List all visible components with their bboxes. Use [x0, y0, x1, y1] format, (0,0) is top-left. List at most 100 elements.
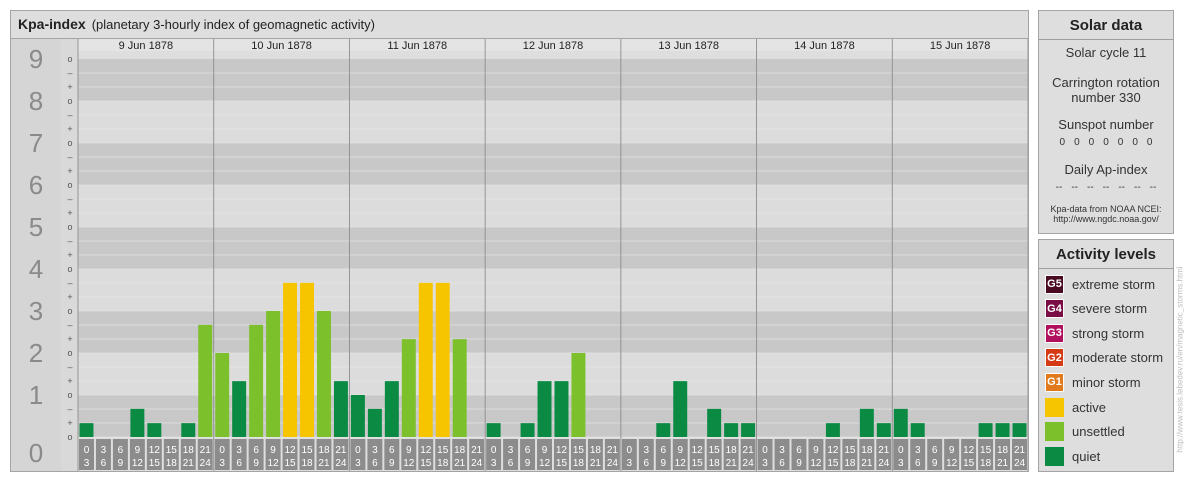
interval-start-label: 18	[318, 445, 330, 456]
interval-end-label: 3	[84, 458, 90, 469]
interval-end-label: 3	[627, 458, 633, 469]
interval-end-label: 15	[827, 458, 839, 469]
legend-label: unsettled	[1072, 424, 1125, 440]
interval-end-label: 6	[508, 458, 514, 469]
minor-mark: o	[67, 138, 72, 148]
interval-end-label: 21	[726, 458, 738, 469]
y-tick-label: 3	[29, 296, 43, 326]
minor-mark: +	[67, 82, 72, 92]
kp-bar	[724, 423, 739, 437]
solar-data-title: Solar data	[1069, 17, 1143, 34]
kp-bar	[520, 423, 535, 437]
interval-start-label: 9	[677, 445, 683, 456]
interval-start-label: 18	[997, 445, 1009, 456]
kp-bar	[317, 311, 331, 437]
interval-end-label: 24	[607, 458, 619, 469]
day-label: 9 Jun 1878	[119, 40, 173, 52]
legend-label: quiet	[1072, 448, 1101, 464]
minor-mark: o	[67, 54, 72, 64]
interval-end-label: 12	[810, 458, 822, 469]
interval-end-label: 9	[525, 458, 531, 469]
level-band	[78, 101, 1028, 143]
interval-start-label: 3	[915, 445, 921, 456]
solar-data-panel: Solar data Solar cycle 11 Carrington rot…	[1038, 10, 1174, 234]
minor-mark: +	[67, 418, 72, 428]
interval-end-label: 21	[183, 458, 195, 469]
interval-end-label: 12	[403, 458, 415, 469]
interval-start-label: 9	[813, 445, 819, 456]
kp-bar	[656, 423, 671, 437]
sunspot-values: 0000000	[1039, 137, 1173, 148]
interval-start-label: 3	[779, 445, 785, 456]
day-label: 11 Jun 1878	[387, 40, 447, 52]
day-label: 15 Jun 1878	[930, 40, 991, 52]
interval-end-label: 6	[236, 458, 242, 469]
kp-bar	[367, 408, 382, 437]
legend-label: extreme storm	[1072, 276, 1156, 292]
interval-start-label: 6	[660, 445, 666, 456]
interval-start-label: 21	[607, 445, 619, 456]
level-band	[78, 143, 1028, 185]
minor-mark: +	[67, 334, 72, 344]
y-tick-label: 6	[29, 170, 43, 200]
interval-end-label: 6	[644, 458, 650, 469]
kp-bar	[266, 311, 281, 437]
interval-end-label: 15	[692, 458, 704, 469]
interval-end-label: 3	[762, 458, 768, 469]
interval-start-label: 21	[743, 445, 755, 456]
interval-end-label: 21	[454, 458, 466, 469]
ap-index-values: -- -- -- -- -- -- --	[1039, 182, 1173, 193]
activity-levels-panel: Activity levels G5 extreme storm G4 severe …	[1038, 239, 1174, 472]
sunspot-value: 0	[1074, 137, 1080, 148]
interval-start-label: 21	[878, 445, 890, 456]
interval-start-label: 18	[183, 445, 195, 456]
sunspot-value: 0	[1132, 137, 1138, 148]
interval-end-label: 21	[997, 458, 1009, 469]
interval-end-label: 21	[590, 458, 602, 469]
activity-title-divider	[1039, 268, 1173, 269]
kp-bar	[995, 423, 1010, 437]
kp-bar	[215, 353, 230, 437]
interval-start-label: 6	[118, 445, 124, 456]
carrington-line2: number 330	[1071, 90, 1141, 105]
legend-item: G2 moderate storm	[1045, 348, 1163, 368]
interval-start-label: 18	[726, 445, 738, 456]
legend-label: severe storm	[1072, 301, 1148, 317]
interval-start-label: 0	[491, 445, 497, 456]
ap-index-value: --	[1102, 182, 1110, 193]
minor-mark: –	[67, 320, 72, 330]
minor-mark: +	[67, 250, 72, 260]
interval-end-label: 18	[709, 458, 721, 469]
interval-end-label: 12	[675, 458, 687, 469]
interval-end-label: 9	[253, 458, 259, 469]
interval-end-label: 24	[878, 458, 890, 469]
y-tick-label: 5	[29, 212, 43, 242]
interval-start-label: 9	[949, 445, 955, 456]
interval-start-label: 0	[219, 445, 225, 456]
interval-start-label: 3	[508, 445, 514, 456]
interval-end-label: 15	[284, 458, 296, 469]
interval-start-label: 12	[420, 445, 432, 456]
interval-start-label: 6	[932, 445, 938, 456]
ap-index-value: --	[1134, 182, 1141, 193]
minor-mark: +	[67, 124, 72, 134]
level-band	[78, 59, 1028, 101]
interval-end-label: 9	[660, 458, 666, 469]
interval-end-label: 18	[844, 458, 856, 469]
interval-start-label: 0	[898, 445, 904, 456]
interval-end-label: 18	[166, 458, 178, 469]
interval-start-label: 3	[236, 445, 242, 456]
interval-end-label: 6	[372, 458, 378, 469]
minor-mark: –	[67, 404, 72, 414]
interval-end-label: 3	[219, 458, 225, 469]
interval-start-label: 0	[84, 445, 90, 456]
kp-bar	[418, 282, 433, 437]
minor-mark: –	[67, 194, 72, 204]
carrington-line1: Carrington rotation	[1052, 75, 1160, 90]
day-label: 14 Jun 1878	[794, 40, 855, 52]
interval-end-label: 24	[200, 458, 212, 469]
interval-start-label: 21	[335, 445, 347, 456]
y-tick-label: 9	[29, 44, 43, 74]
ap-index-label: Daily Ap-index	[1064, 162, 1148, 177]
interval-start-label: 6	[253, 445, 259, 456]
